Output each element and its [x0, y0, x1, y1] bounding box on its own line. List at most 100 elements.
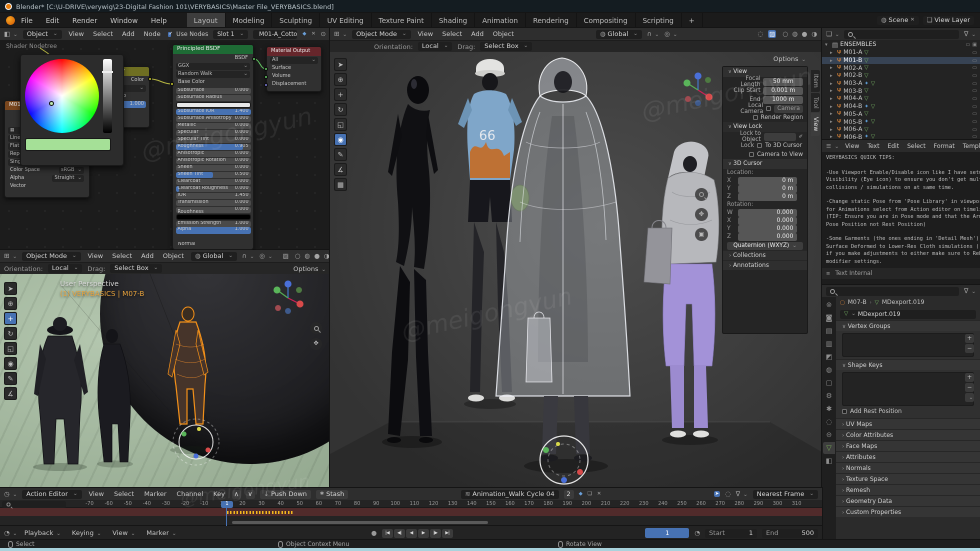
add-button[interactable]: +	[965, 373, 974, 382]
app-menu[interactable]: Window	[108, 17, 140, 25]
node-socket[interactable]	[264, 75, 268, 79]
editor-type-text-icon[interactable]: ≡	[826, 142, 839, 150]
specials-menu[interactable]	[965, 393, 974, 402]
ghost-icon[interactable]: ◌	[725, 490, 731, 498]
stash-button[interactable]: ✱Stash	[316, 490, 348, 499]
editor-type-3d-icon[interactable]: ⊞	[4, 252, 17, 260]
target-dropdown[interactable]: All	[270, 57, 318, 64]
properties-tab[interactable]: ◍	[823, 364, 835, 376]
playhead-line[interactable]	[226, 508, 227, 526]
action-editor-mode[interactable]: Action Editor	[22, 490, 81, 499]
render-region-checkbox[interactable]	[753, 115, 758, 120]
nav-gizmo[interactable]	[678, 70, 718, 110]
collapsed-panel[interactable]: Geometry Data	[836, 495, 980, 506]
text-menu[interactable]: Format	[932, 143, 957, 150]
color-space-dropdown[interactable]: sRGB	[59, 167, 84, 174]
bsdf-property-slider[interactable]: Alpha 1.000	[176, 227, 251, 233]
use-nodes-checkbox[interactable]	[168, 32, 172, 37]
collections-panel[interactable]: Collections	[723, 250, 807, 260]
bsdf-property-slider[interactable]: Subsurface IOR 1.400	[176, 109, 251, 115]
principled-bsdf-node[interactable]: Principled BSDF BSDF GGX Random Walk Bas…	[172, 44, 254, 250]
value-field[interactable]: 0.001 m	[763, 87, 803, 95]
shading-mode-icon[interactable]: ◍	[303, 252, 311, 260]
editor-type-shader-icon[interactable]: ◧	[4, 30, 18, 38]
shading-mode-icon[interactable]: ◑	[323, 252, 330, 260]
playback-button[interactable]: ◀|	[394, 529, 405, 538]
remove-button[interactable]: −	[965, 344, 974, 353]
object-menu[interactable]: Object	[491, 30, 516, 38]
orientation-dropdown[interactable]: Local	[418, 42, 452, 51]
summary-channel[interactable]: ▸ Summary	[0, 508, 822, 516]
output-color[interactable]: Color	[131, 77, 144, 84]
screen-toggle-icon[interactable]: ▭	[972, 96, 977, 102]
workspace-tab[interactable]: Layout	[187, 13, 226, 28]
mode-dropdown[interactable]: Object Mode	[22, 252, 81, 261]
gizmo-toggle-icon[interactable]: ◌	[757, 30, 763, 38]
properties-search[interactable]	[826, 287, 959, 296]
screen-toggle-icon[interactable]: ▭	[972, 119, 977, 125]
screen-toggle-icon[interactable]: ▭	[972, 127, 977, 133]
bsdf-property-slider[interactable]: Clearcoat 0.000	[176, 179, 251, 185]
remove-button[interactable]: −	[965, 383, 974, 392]
add-menu[interactable]: Add	[139, 252, 156, 260]
shading-mode-icon[interactable]: ●	[313, 252, 321, 260]
cursor-rotation-field[interactable]: 0.000	[738, 225, 797, 233]
screen-toggle-icon[interactable]: ▭	[972, 73, 977, 79]
toolbar-tool[interactable]: +	[4, 312, 17, 325]
collapsed-panel[interactable]: Attributes	[836, 451, 980, 462]
select-menu[interactable]: Select	[110, 252, 134, 260]
text-menu[interactable]: Templates	[961, 143, 980, 150]
dopesheet-menu[interactable]: Marker	[142, 490, 168, 498]
outliner-item[interactable]: ▸ Ψ M01-B ▽ ▭	[822, 57, 980, 65]
cursor-rotation-field[interactable]: 0.000	[738, 209, 797, 217]
collapsed-panel[interactable]: Color Attributes	[836, 429, 980, 440]
app-menu[interactable]: Edit	[44, 17, 62, 25]
color-swatch[interactable]	[25, 138, 111, 151]
workspace-tab[interactable]: Compositing	[577, 13, 636, 28]
text-menu[interactable]: Text	[865, 143, 881, 150]
toolbar-tool[interactable]: ∡	[334, 163, 347, 176]
toolbar-tool[interactable]: ◱	[334, 118, 347, 131]
properties-tab[interactable]: ◩	[823, 351, 835, 363]
cursor-location-field[interactable]: 0 m	[738, 185, 797, 193]
camera-view-button[interactable]: ▣	[695, 228, 708, 241]
bsdf-property-slider[interactable]: Subsurface Color	[176, 102, 251, 108]
bsdf-property-slider[interactable]: Anisotropic 0.000	[176, 151, 251, 157]
workspace-tab[interactable]: Rendering	[526, 13, 577, 28]
dopesheet-menu[interactable]: Channel	[175, 490, 206, 498]
playback-button[interactable]: |▶	[430, 529, 441, 538]
outliner-item[interactable]: ▸ Ψ M03-A ✦ ▽ ▭	[822, 80, 980, 88]
mannequin-black-latex[interactable]	[387, 76, 438, 443]
timeline-menu[interactable]: Marker	[144, 529, 178, 537]
bsdf-property-slider[interactable]: Clearcoat Roughness 0.000	[176, 186, 251, 192]
camera-to-view-checkbox[interactable]	[749, 152, 754, 157]
add-button[interactable]: +	[965, 334, 974, 343]
lock-object-field[interactable]	[764, 133, 796, 141]
sidebar-tab[interactable]: Item	[811, 70, 820, 92]
material-selector[interactable]: M01-A_Cotton (Line	[253, 30, 297, 39]
picker-cursor[interactable]	[49, 101, 54, 106]
dopesheet-menu[interactable]: View	[87, 490, 106, 498]
shader-menu-select[interactable]: Select	[91, 30, 115, 38]
cursor-panel-header[interactable]: 3D Cursor	[723, 159, 807, 169]
hue-wheel[interactable]	[25, 59, 99, 133]
transform-orientation[interactable]: ◍Global	[191, 252, 237, 261]
options-dropdown[interactable]: Options	[293, 265, 326, 273]
view-menu[interactable]: View	[416, 30, 435, 38]
material-output-node[interactable]: Material Output All SurfaceVolumeDisplac…	[266, 46, 322, 92]
properties-tab[interactable]: ▽	[823, 442, 835, 454]
toolbar-tool[interactable]: ➤	[4, 282, 17, 295]
bsdf-property-slider[interactable]: Sheen Tint 0.500	[176, 172, 251, 178]
channel-region[interactable]	[0, 516, 822, 526]
nav-gizmo[interactable]	[268, 278, 308, 318]
screen-icon[interactable]: ▭	[966, 42, 971, 48]
data-name-field[interactable]: ▽ MDexport.019	[840, 310, 976, 319]
bsdf-property-slider[interactable]: Roughness 0.905	[176, 144, 251, 150]
toolbar-tool[interactable]: +	[334, 88, 347, 101]
proportional-edit-icon[interactable]: ◎	[664, 30, 677, 38]
properties-filter-icon[interactable]: ∇	[964, 287, 976, 295]
channel-search[interactable]	[2, 501, 66, 508]
toolbar-tool[interactable]: ⊕	[4, 297, 17, 310]
drag-dropdown[interactable]: Select Box	[110, 264, 162, 273]
node-socket[interactable]	[170, 82, 174, 86]
